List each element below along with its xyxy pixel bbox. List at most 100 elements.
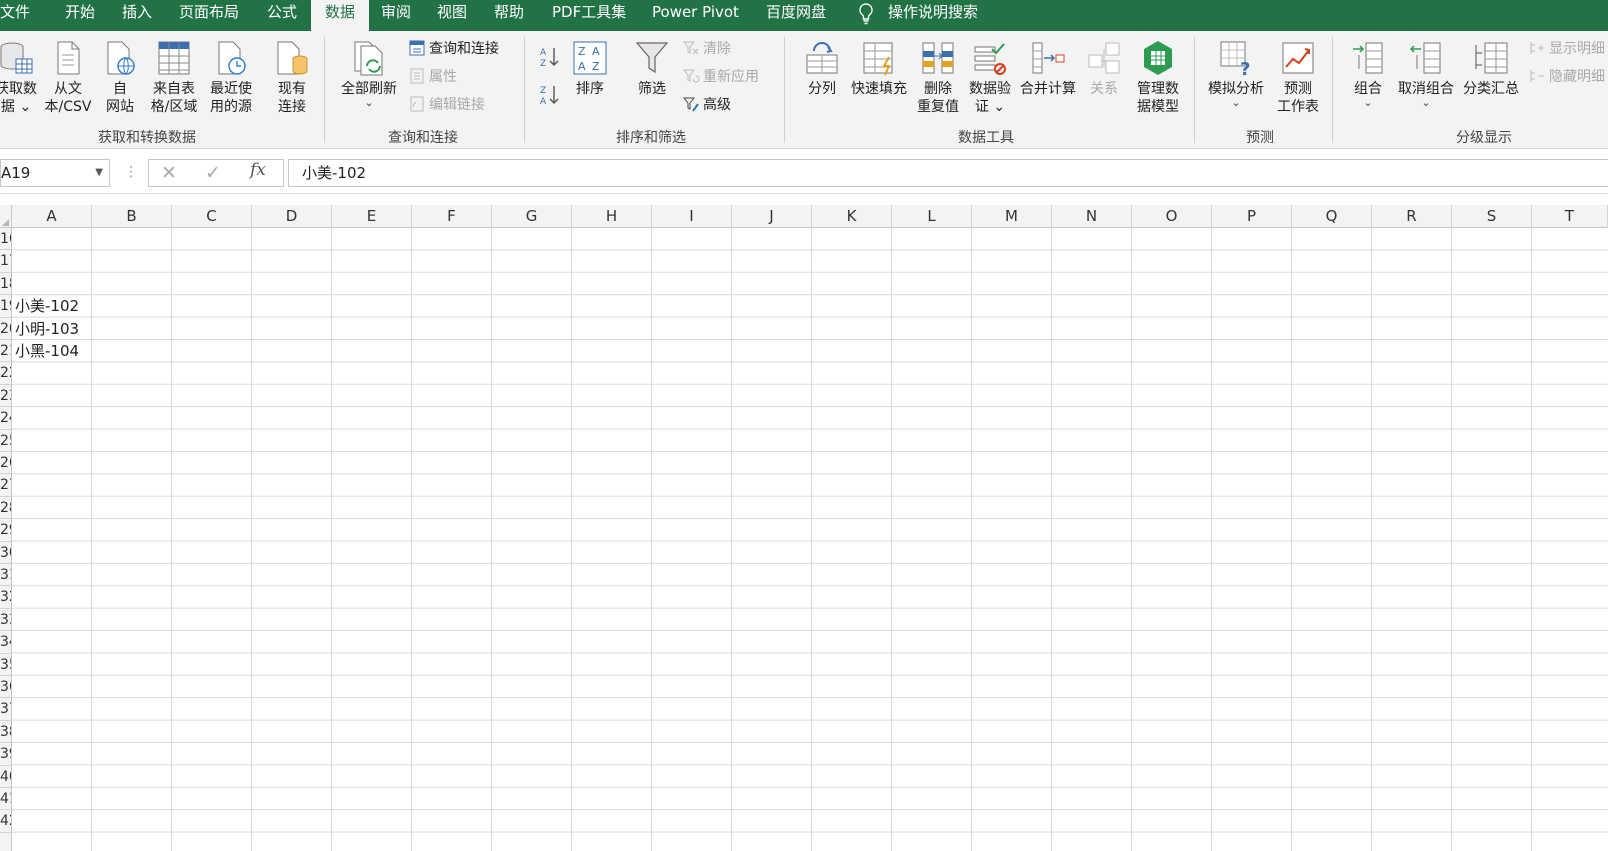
tab-formulas[interactable]: 公式 <box>267 0 297 31</box>
column-header[interactable]: L <box>892 205 972 228</box>
select-all-corner[interactable] <box>0 205 12 228</box>
row-header[interactable]: 23 <box>0 385 11 408</box>
row-header[interactable]: 37 <box>0 698 11 721</box>
relationships-button[interactable]: 关系 <box>1082 39 1126 98</box>
cell-a20[interactable]: 小明-103 <box>12 318 92 340</box>
manage-data-model-button[interactable]: 管理数 据模型 <box>1130 39 1186 116</box>
ungroup-button[interactable]: 取消组合 ⌄ <box>1394 39 1458 108</box>
column-header[interactable]: N <box>1052 205 1132 228</box>
column-header[interactable]: B <box>92 205 172 228</box>
column-header[interactable]: I <box>652 205 732 228</box>
subtotal-button[interactable]: 分类汇总 <box>1460 39 1522 98</box>
column-header[interactable]: E <box>332 205 412 228</box>
sort-descending-icon[interactable]: Z A <box>538 83 562 107</box>
tab-page-layout[interactable]: 页面布局 <box>179 0 239 31</box>
forecast-sheet-button[interactable]: 预测 工作表 <box>1272 39 1324 116</box>
column-header[interactable]: P <box>1212 205 1292 228</box>
sheet-grid[interactable]: 小美-102 小明-103 小黑-104 <box>12 228 1608 851</box>
tab-insert[interactable]: 插入 <box>122 0 152 31</box>
queries-connections-button[interactable]: 查询和连接 <box>408 39 499 61</box>
row-header[interactable]: 17 <box>0 250 11 273</box>
column-header[interactable]: S <box>1452 205 1532 228</box>
row-header[interactable]: 22 <box>0 362 11 385</box>
cell-a19[interactable]: 小美-102 <box>12 295 92 317</box>
filter-button[interactable]: 筛选 <box>630 39 674 98</box>
from-web-button[interactable]: 自 网站 <box>98 39 142 116</box>
tell-me-search[interactable]: 操作说明搜索 <box>888 0 978 31</box>
group-button[interactable]: 组合 ⌄ <box>1346 39 1390 108</box>
row-header[interactable]: 16 <box>0 228 11 251</box>
tab-data[interactable]: 数据 <box>311 0 370 31</box>
row-header[interactable]: 21 <box>0 340 11 363</box>
existing-connections-button[interactable]: 现有 连接 <box>270 39 314 116</box>
row-header[interactable]: 18 <box>0 273 11 296</box>
row-header[interactable]: 33 <box>0 609 11 632</box>
edit-links-button[interactable]: 编辑链接 <box>408 95 485 117</box>
row-header[interactable]: 31 <box>0 564 11 587</box>
column-header[interactable]: T <box>1532 205 1608 228</box>
row-header[interactable]: 42 <box>0 810 11 833</box>
name-box[interactable]: A19 ▼ <box>0 159 110 187</box>
tab-baidu-netdisk[interactable]: 百度网盘 <box>766 0 826 31</box>
reapply-button[interactable]: 重新应用 <box>682 67 759 89</box>
column-header[interactable]: J <box>732 205 812 228</box>
column-header[interactable]: M <box>972 205 1052 228</box>
tab-file[interactable]: 文件 <box>0 0 30 31</box>
chevron-down-icon[interactable]: ▼ <box>95 160 103 186</box>
row-header[interactable]: 40 <box>0 766 11 788</box>
row-header[interactable]: 20 <box>0 318 11 340</box>
row-header[interactable]: 19 <box>0 295 11 318</box>
from-table-range-button[interactable]: 来自表 格/区域 <box>146 39 202 116</box>
confirm-icon[interactable]: ✓ <box>205 162 221 184</box>
row-header[interactable]: 28 <box>0 497 11 520</box>
column-header[interactable]: F <box>412 205 492 228</box>
row-header[interactable]: 27 <box>0 474 11 497</box>
column-header[interactable]: D <box>252 205 332 228</box>
get-data-button[interactable]: 获取数 据 ⌄ <box>0 39 42 116</box>
properties-button[interactable]: 属性 <box>408 67 457 89</box>
row-header[interactable]: 35 <box>0 654 11 676</box>
row-header[interactable]: 38 <box>0 721 11 744</box>
sort-button[interactable]: Z A A Z 排序 <box>568 39 612 98</box>
column-header[interactable]: O <box>1132 205 1212 228</box>
tab-help[interactable]: 帮助 <box>494 0 524 31</box>
row-header[interactable]: 29 <box>0 519 11 542</box>
row-header[interactable]: 34 <box>0 631 11 654</box>
hide-detail-button[interactable]: 隐藏明细 <box>1528 67 1605 89</box>
row-header[interactable]: 24 <box>0 407 11 430</box>
row-header[interactable]: 25 <box>0 430 11 452</box>
show-detail-button[interactable]: 显示明细 <box>1528 39 1605 61</box>
consolidate-button[interactable]: 合并计算 <box>1018 39 1078 98</box>
column-header[interactable]: R <box>1372 205 1452 228</box>
tab-pdf-tools[interactable]: PDF工具集 <box>552 0 626 31</box>
row-header[interactable]: 30 <box>0 542 11 564</box>
remove-duplicates-button[interactable]: 删除 重复值 <box>912 39 964 116</box>
row-header[interactable]: 26 <box>0 452 11 475</box>
column-header[interactable]: K <box>812 205 892 228</box>
formula-bar-grip-icon[interactable]: ⋮ <box>124 163 138 181</box>
clear-filter-button[interactable]: 清除 <box>682 39 731 61</box>
row-header[interactable]: 36 <box>0 676 11 699</box>
recent-sources-button[interactable]: 最近使 用的源 <box>204 39 258 116</box>
column-header[interactable]: H <box>572 205 652 228</box>
data-validation-button[interactable]: 数据验 证 ⌄ <box>964 39 1016 116</box>
advanced-filter-button[interactable]: 高级 <box>682 95 731 117</box>
tab-home[interactable]: 开始 <box>65 0 95 31</box>
tab-power-pivot[interactable]: Power Pivot <box>652 0 739 31</box>
refresh-all-button[interactable]: 全部刷新 ⌄ <box>336 39 402 108</box>
formula-input[interactable]: 小美-102 <box>288 159 1608 187</box>
tab-view[interactable]: 视图 <box>437 0 467 31</box>
column-header[interactable]: Q <box>1292 205 1372 228</box>
column-header[interactable]: A <box>12 205 92 228</box>
row-header[interactable]: 32 <box>0 586 11 609</box>
column-header[interactable]: G <box>492 205 572 228</box>
from-text-csv-button[interactable]: 从文 本/CSV <box>42 39 94 116</box>
insert-function-icon[interactable]: fx <box>250 160 266 180</box>
cell-a21[interactable]: 小黑-104 <box>12 340 92 362</box>
text-to-columns-button[interactable]: 分列 <box>798 39 846 98</box>
sort-ascending-icon[interactable]: A Z <box>538 45 562 69</box>
row-header[interactable]: 39 <box>0 743 11 766</box>
cancel-icon[interactable]: ✕ <box>161 162 177 184</box>
column-header[interactable]: C <box>172 205 252 228</box>
row-header[interactable]: 41 <box>0 788 11 811</box>
